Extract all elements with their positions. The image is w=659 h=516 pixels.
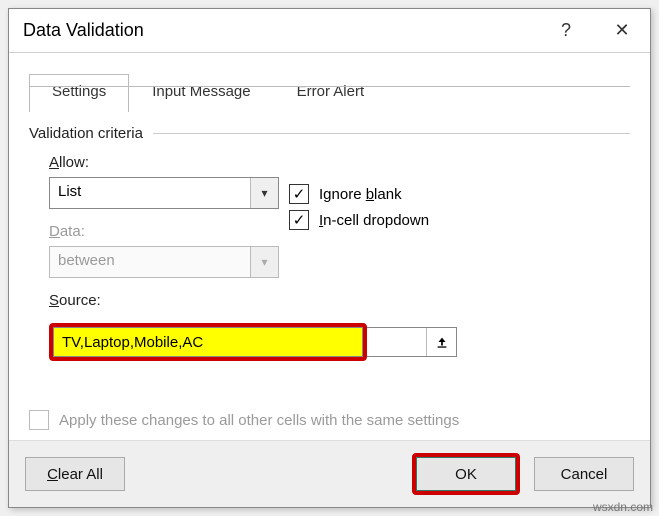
group-divider	[153, 133, 630, 134]
close-button[interactable]: ✕	[594, 9, 650, 53]
apply-changes-checkbox: Apply these changes to all other cells w…	[29, 410, 459, 430]
source-extension	[367, 327, 457, 357]
tab-error-alert[interactable]: Error Alert	[274, 74, 388, 112]
help-icon: ?	[561, 20, 571, 41]
watermark: wsxdn.com	[593, 500, 653, 514]
ok-button[interactable]: OK	[416, 457, 516, 491]
checkbox-empty-icon	[29, 410, 49, 430]
range-picker-button[interactable]	[426, 328, 456, 356]
data-validation-dialog: Data Validation ? ✕ Settings Input Messa…	[8, 8, 651, 508]
data-value: between	[50, 247, 250, 277]
ok-highlight: OK	[412, 453, 520, 495]
titlebar: Data Validation ? ✕	[9, 9, 650, 53]
allow-select[interactable]: List ▾	[49, 177, 279, 209]
allow-value: List	[50, 178, 250, 208]
cancel-button[interactable]: Cancel	[534, 457, 634, 491]
checkmark-icon: ✓	[289, 184, 309, 204]
tab-underline	[29, 86, 630, 87]
close-icon: ✕	[614, 20, 629, 41]
chevron-down-icon: ▾	[250, 247, 278, 277]
incell-dropdown-label: In-cell dropdown	[319, 212, 429, 229]
checkmark-icon: ✓	[289, 210, 309, 230]
data-label: Data:	[49, 223, 289, 240]
chevron-down-icon: ▾	[250, 178, 278, 208]
dialog-footer: Clear All OK Cancel	[9, 440, 650, 507]
settings-panel: Validation criteria Allow: List ▾ Data: …	[9, 111, 650, 440]
help-button[interactable]: ?	[538, 9, 594, 53]
dialog-title: Data Validation	[23, 20, 538, 41]
source-input[interactable]	[53, 327, 363, 357]
allow-label: Allow:	[49, 154, 289, 171]
source-label: Source:	[49, 292, 289, 309]
apply-changes-label: Apply these changes to all other cells w…	[59, 412, 459, 429]
clear-all-button[interactable]: Clear All	[25, 457, 125, 491]
ignore-blank-checkbox[interactable]: ✓ Ignore blank	[289, 184, 630, 204]
ignore-blank-label: Ignore blank	[319, 186, 402, 203]
tab-settings[interactable]: Settings	[29, 74, 129, 112]
incell-dropdown-checkbox[interactable]: ✓ In-cell dropdown	[289, 210, 630, 230]
source-highlight	[49, 323, 367, 361]
data-select: between ▾	[49, 246, 279, 278]
group-label: Validation criteria	[29, 125, 143, 142]
tabstrip: Settings Input Message Error Alert	[29, 73, 650, 111]
group-validation-criteria: Validation criteria	[29, 125, 630, 142]
tab-input-message[interactable]: Input Message	[129, 74, 273, 112]
range-picker-icon	[435, 335, 449, 349]
